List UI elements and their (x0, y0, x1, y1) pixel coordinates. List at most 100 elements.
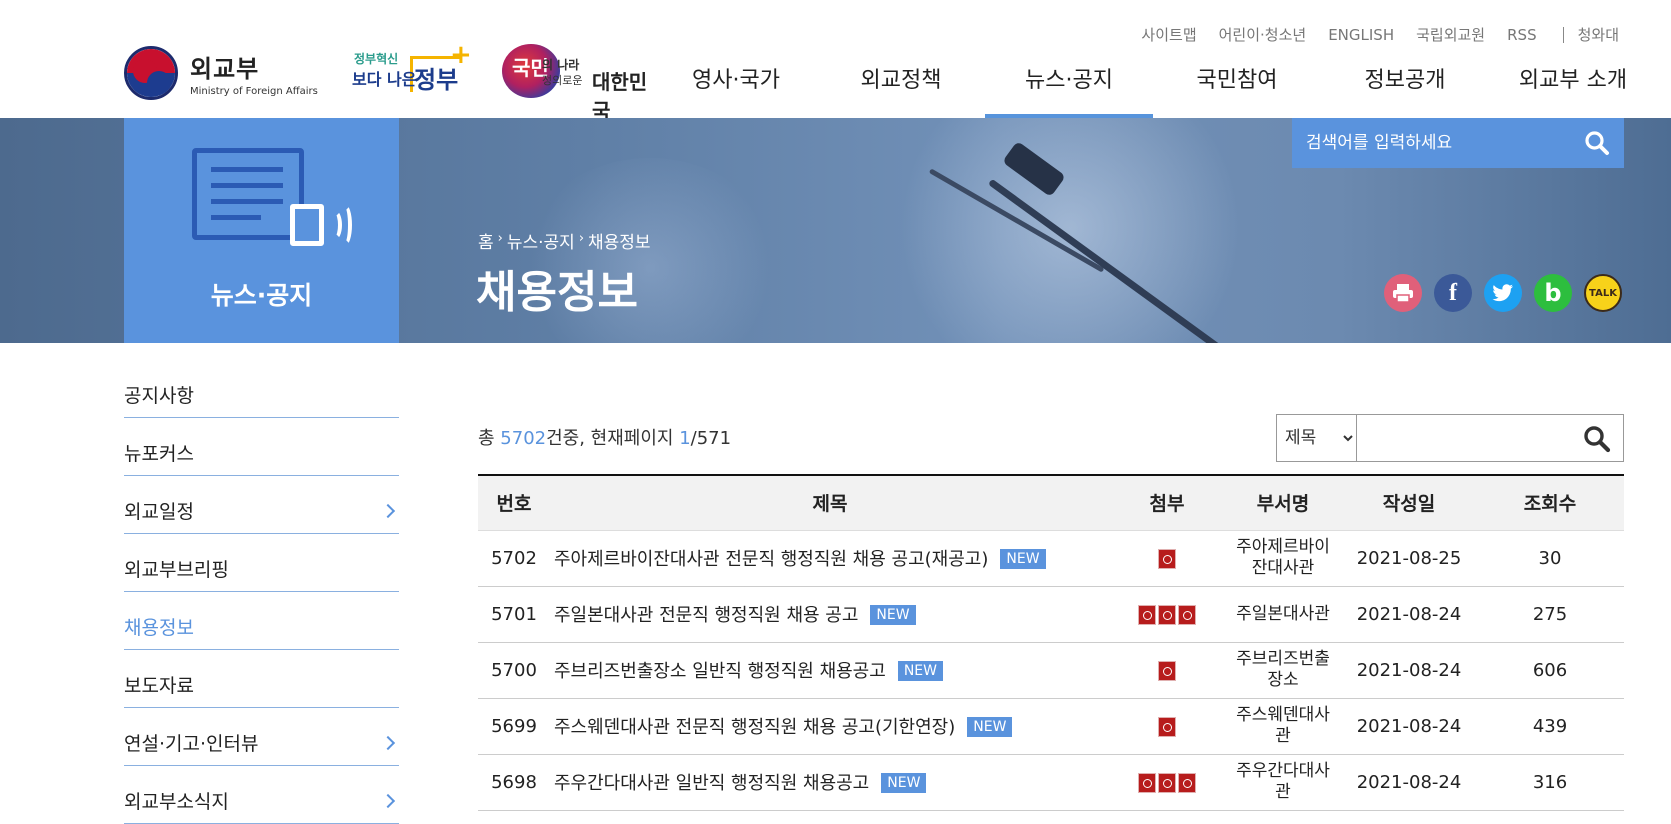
row-department: 주우간다대사 관 (1224, 754, 1342, 811)
breadcrumb: 홈 › 뉴스·공지 › 채용정보 (478, 228, 651, 253)
site-header: 사이트맵 어린이·청소년 ENGLISH 국립외교원 RSS 청와대 외교부 M… (0, 0, 1671, 123)
lnb-item-speeches[interactable]: 연설·기고·인터뷰 (124, 708, 399, 766)
row-title-link[interactable]: 주브리즈번출장소 일반직 행정직원 채용공고 (554, 661, 886, 682)
print-icon[interactable] (1384, 274, 1422, 312)
lnb-item-briefing[interactable]: 외교부브리핑 (124, 534, 399, 592)
new-badge: NEW (1000, 549, 1046, 569)
search-icon[interactable] (1583, 425, 1611, 453)
slogan-logo[interactable]: 국민 의 나라 정의로운 대한민국 (502, 44, 656, 123)
row-date: 2021-08-24 (1342, 698, 1476, 755)
twitter-icon[interactable] (1484, 274, 1522, 312)
row-number: 5699 (478, 698, 550, 755)
table-header: 번호 제목 첨부 부서명 작성일 조회수 (478, 475, 1624, 531)
attachment-file-icon[interactable] (1158, 604, 1176, 625)
row-attachments (1110, 586, 1224, 643)
lnb-item-recruitment[interactable]: 채용정보 (124, 592, 399, 650)
attachment-file-icon[interactable] (1158, 660, 1176, 681)
row-attachments (1110, 698, 1224, 755)
sub-nav: 공지사항 뉴포커스 외교일정 외교부브리핑 채용정보 보도자료 연설·기고·인터… (124, 360, 399, 824)
facebook-icon[interactable]: f (1434, 274, 1472, 312)
lnb-item-newfocus[interactable]: 뉴포커스 (124, 418, 399, 476)
new-badge: NEW (870, 605, 916, 625)
chevron-right-icon (380, 793, 396, 808)
logo-korean: 외교부 (190, 55, 260, 83)
notice-document-icon (192, 148, 304, 240)
col-number: 번호 (478, 475, 550, 531)
row-title[interactable]: 주아제르바이잔대사관 전문직 행정직원 채용 공고(재공고) NEW (550, 530, 1110, 587)
new-badge: NEW (897, 661, 943, 681)
attachment-file-icon[interactable] (1158, 548, 1176, 569)
chevron-right-icon (380, 503, 396, 518)
attachment-file-icon[interactable] (1178, 604, 1196, 625)
table-row[interactable]: 5701 주일본대사관 전문직 행정직원 채용 공고 NEW 주일본대사관 2021-0… (478, 586, 1624, 643)
utility-nav: 사이트맵 어린이·청소년 ENGLISH 국립외교원 RSS 청와대 (1119, 24, 1619, 45)
section-title-box: 뉴스·공지 (124, 118, 399, 343)
row-number: 5701 (478, 586, 550, 643)
nav-policy[interactable]: 외교정책 (817, 62, 985, 118)
row-attachments (1110, 530, 1224, 587)
util-link-english[interactable]: ENGLISH (1328, 26, 1394, 44)
attachment-file-icon[interactable] (1138, 772, 1156, 793)
main-nav: 영사·국가 외교정책 뉴스·공지 국민참여 정보공개 외교부 소개 (655, 62, 1657, 118)
search-icon[interactable] (1584, 130, 1610, 156)
site-search (1292, 118, 1624, 168)
row-title[interactable]: 주브리즈번출장소 일반직 행정직원 채용공고 NEW (550, 642, 1110, 699)
col-views: 조회수 (1476, 475, 1624, 531)
board-search: 제목 (1276, 414, 1624, 462)
nav-about[interactable]: 외교부 소개 (1489, 62, 1657, 118)
row-department: 주일본대사관 (1224, 586, 1342, 643)
breadcrumb-home[interactable]: 홈 (478, 228, 494, 253)
recruitment-table: 번호 제목 첨부 부서명 작성일 조회수 5702 주아제르바이잔대사관 전문직 … (478, 474, 1624, 811)
row-title[interactable]: 주일본대사관 전문직 행정직원 채용 공고 NEW (550, 586, 1110, 643)
row-department: 주스웨덴대사 관 (1224, 698, 1342, 755)
row-views: 439 (1476, 698, 1624, 755)
nav-consular[interactable]: 영사·국가 (655, 62, 817, 118)
search-field-select[interactable]: 제목 (1277, 415, 1357, 461)
attachment-file-icon[interactable] (1138, 604, 1156, 625)
row-title-link[interactable]: 주아제르바이잔대사관 전문직 행정직원 채용 공고(재공고) (554, 549, 988, 570)
lnb-item-press[interactable]: 보도자료 (124, 650, 399, 708)
attachment-file-icon[interactable] (1158, 772, 1176, 793)
lnb-item-notice[interactable]: 공지사항 (124, 360, 399, 418)
lnb-item-schedule[interactable]: 외교일정 (124, 476, 399, 534)
util-link-sitemap[interactable]: 사이트맵 (1141, 24, 1196, 45)
attachment-file-icon[interactable] (1158, 716, 1176, 737)
logo-english: Ministry of Foreign Affairs (190, 86, 318, 97)
row-department: 주아제르바이 잔대사관 (1224, 530, 1342, 587)
nav-disclosure[interactable]: 정보공개 (1321, 62, 1489, 118)
breadcrumb-news[interactable]: 뉴스·공지 (507, 228, 575, 253)
row-views: 275 (1476, 586, 1624, 643)
kakaotalk-icon[interactable]: TALK (1584, 274, 1622, 312)
taegeuk-emblem-icon (124, 46, 178, 100)
util-link-knda[interactable]: 국립외교원 (1416, 24, 1485, 45)
gov-innovation-logo[interactable]: 정부혁신 보다 나은 정부 + (352, 40, 472, 98)
nav-news[interactable]: 뉴스·공지 (985, 62, 1153, 118)
col-attachment: 첨부 (1110, 475, 1224, 531)
lnb-item-newsletter[interactable]: 외교부소식지 (124, 766, 399, 824)
row-title[interactable]: 주우간다대사관 일반직 행정직원 채용공고 NEW (550, 754, 1110, 811)
table-row[interactable]: 5698 주우간다대사관 일반직 행정직원 채용공고 NEW 주우간다대사 관 2021-… (478, 754, 1624, 811)
row-title-link[interactable]: 주일본대사관 전문직 행정직원 채용 공고 (554, 605, 858, 626)
util-link-cheongwadae[interactable]: 청와대 (1578, 24, 1619, 45)
share-buttons: f b TALK (1384, 274, 1634, 312)
table-row[interactable]: 5700 주브리즈번출장소 일반직 행정직원 채용공고 NEW 주브리즈번출 장소 202… (478, 642, 1624, 699)
table-row[interactable]: 5699 주스웨덴대사관 전문직 행정직원 채용 공고(기한연장) NEW 주스웨덴대… (478, 698, 1624, 755)
site-search-input[interactable] (1292, 133, 1572, 153)
util-link-rss[interactable]: RSS (1507, 26, 1536, 44)
board-total: 총 5702건중, 현재페이지 1/571 (478, 428, 732, 449)
breadcrumb-current: 채용정보 (588, 233, 651, 253)
row-title-link[interactable]: 주우간다대사관 일반직 행정직원 채용공고 (554, 773, 869, 794)
row-attachments (1110, 754, 1224, 811)
row-title-link[interactable]: 주스웨덴대사관 전문직 행정직원 채용 공고(기한연장) (554, 717, 955, 738)
nav-participation[interactable]: 국민참여 (1153, 62, 1321, 118)
section-title: 뉴스·공지 (210, 281, 313, 310)
page-banner: 뉴스·공지 홈 › 뉴스·공지 › 채용정보 채용정보 f b TALK (0, 118, 1671, 343)
row-views: 316 (1476, 754, 1624, 811)
band-icon[interactable]: b (1534, 274, 1572, 312)
row-views: 606 (1476, 642, 1624, 699)
row-title[interactable]: 주스웨덴대사관 전문직 행정직원 채용 공고(기한연장) NEW (550, 698, 1110, 755)
attachment-file-icon[interactable] (1178, 772, 1196, 793)
mofa-logo[interactable]: 외교부 Ministry of Foreign Affairs (124, 46, 318, 100)
table-row[interactable]: 5702 주아제르바이잔대사관 전문직 행정직원 채용 공고(재공고) NEW 주아제… (478, 530, 1624, 587)
util-link-kids[interactable]: 어린이·청소년 (1219, 24, 1307, 45)
